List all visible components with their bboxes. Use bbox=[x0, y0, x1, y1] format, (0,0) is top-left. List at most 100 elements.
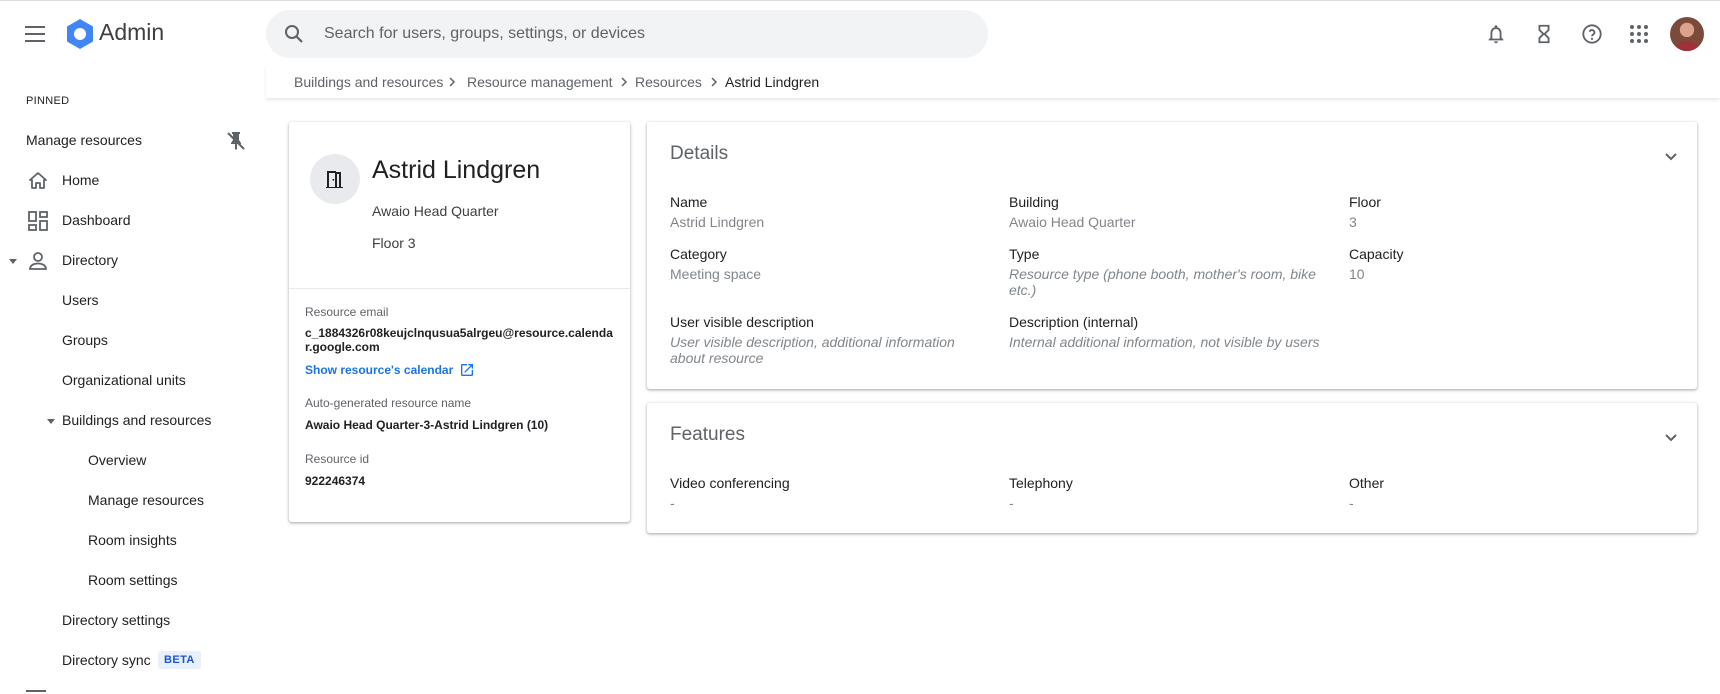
resource-email-label: Resource email bbox=[305, 305, 389, 319]
app-title[interactable]: Admin bbox=[99, 19, 164, 46]
chevron-right-icon bbox=[621, 77, 628, 87]
divider bbox=[289, 288, 630, 289]
next-item-icon-partial bbox=[26, 690, 46, 694]
menu-icon-bar bbox=[25, 40, 45, 42]
building-value: Awaio Head Quarter bbox=[1009, 214, 1136, 230]
name-label: Name bbox=[670, 194, 708, 210]
resource-building: Awaio Head Quarter bbox=[372, 203, 499, 219]
breadcrumb-resource-management[interactable]: Resource management bbox=[467, 74, 613, 90]
features-title: Features bbox=[670, 424, 745, 445]
admin-logo-icon[interactable] bbox=[64, 18, 96, 50]
capacity-label: Capacity bbox=[1349, 246, 1404, 262]
sidebar-item-label: Directory bbox=[62, 252, 119, 268]
notifications-button[interactable] bbox=[1482, 20, 1510, 48]
breadcrumb: Buildings and resources Resource managem… bbox=[266, 66, 1720, 98]
sidebar-item-overview[interactable]: Overview bbox=[0, 441, 266, 481]
sidebar-item-home[interactable]: Home bbox=[0, 161, 266, 201]
name-value: Astrid Lindgren bbox=[670, 214, 765, 230]
sidebar-item-directory-settings[interactable]: Directory settings bbox=[0, 601, 266, 641]
autogen-name-value: Awaio Head Quarter-3-Astrid Lindgren (10… bbox=[305, 418, 549, 432]
search-bar[interactable] bbox=[266, 10, 988, 58]
pinned-item-manage-resources[interactable]: Manage resources bbox=[0, 121, 266, 161]
other-label: Other bbox=[1349, 475, 1385, 491]
breadcrumb-resources[interactable]: Resources bbox=[635, 74, 702, 90]
caret-down-icon[interactable] bbox=[8, 256, 18, 266]
chevron-down-icon bbox=[1665, 434, 1677, 442]
show-calendar-link[interactable]: Show resource's calendar bbox=[305, 362, 475, 378]
sidebar-item-label: Directory sync bbox=[62, 652, 151, 668]
menu-icon-bar bbox=[25, 33, 45, 35]
capacity-value: 10 bbox=[1349, 266, 1365, 282]
apps-button[interactable] bbox=[1625, 20, 1653, 48]
resource-title: Astrid Lindgren bbox=[372, 156, 541, 184]
sidebar-item-label: Groups bbox=[62, 332, 108, 348]
search-icon[interactable] bbox=[282, 22, 306, 46]
sidebar-item-groups[interactable]: Groups bbox=[0, 321, 266, 361]
caret-down-icon[interactable] bbox=[46, 416, 56, 426]
person-icon bbox=[29, 252, 47, 270]
sidebar-item-directory-sync[interactable]: Directory sync BETA bbox=[0, 641, 266, 681]
dashboard-icon bbox=[28, 211, 48, 231]
apps-grid-icon bbox=[1630, 25, 1648, 43]
help-button[interactable] bbox=[1578, 20, 1606, 48]
unpin-icon[interactable] bbox=[224, 129, 248, 153]
features-card: Features Video conferencing - Telephony … bbox=[647, 403, 1697, 533]
resource-id-value: 922246374 bbox=[305, 474, 366, 488]
type-label: Type bbox=[1009, 246, 1040, 262]
breadcrumb-buildings-and-resources[interactable]: Buildings and resources bbox=[294, 74, 443, 90]
telephony-value: - bbox=[1009, 495, 1014, 511]
sidebar-item-label: Directory settings bbox=[62, 612, 171, 628]
video-conferencing-value: - bbox=[670, 495, 675, 511]
building-label: Building bbox=[1009, 194, 1059, 210]
meeting-room-icon bbox=[326, 171, 343, 188]
type-value: Resource type (phone booth, mother's roo… bbox=[1009, 266, 1316, 298]
resource-summary-card: Astrid Lindgren Awaio Head Quarter Floor… bbox=[289, 122, 630, 522]
chevron-right-icon bbox=[711, 77, 718, 87]
show-calendar-link-label: Show resource's calendar bbox=[305, 363, 454, 377]
details-collapse-button[interactable] bbox=[1659, 144, 1683, 168]
internal-description-value: Internal additional information, not vis… bbox=[1009, 334, 1320, 350]
sidebar-item-directory[interactable]: Directory bbox=[0, 241, 266, 281]
user-visible-description-value: User visible description, additional inf… bbox=[670, 334, 955, 366]
beta-badge: BETA bbox=[158, 651, 201, 669]
sidebar-item-label: Buildings and resources bbox=[62, 412, 212, 428]
sidebar-item-label: Manage resources bbox=[26, 132, 142, 148]
chevron-right-icon bbox=[449, 77, 456, 87]
sidebar-item-users[interactable]: Users bbox=[0, 281, 266, 321]
home-icon bbox=[29, 172, 47, 189]
sidebar-item-room-insights[interactable]: Room insights bbox=[0, 521, 266, 561]
top-app-bar: Admin bbox=[0, 0, 1720, 66]
open-in-new-icon bbox=[461, 364, 474, 376]
sidebar-item-organizational-units[interactable]: Organizational units bbox=[0, 361, 266, 401]
resource-id-label: Resource id bbox=[305, 452, 370, 466]
resource-avatar bbox=[310, 154, 360, 204]
sidebar-item-label: Organizational units bbox=[62, 372, 186, 388]
telephony-label: Telephony bbox=[1009, 475, 1073, 491]
sidebar-item-manage-resources[interactable]: Manage resources bbox=[0, 481, 266, 521]
tasks-button[interactable] bbox=[1530, 20, 1558, 48]
main-menu-button[interactable] bbox=[20, 19, 50, 49]
account-avatar[interactable] bbox=[1670, 17, 1704, 51]
internal-description-label: Description (internal) bbox=[1009, 314, 1139, 330]
chevron-down-icon bbox=[1665, 153, 1677, 161]
sidebar-item-label: Overview bbox=[88, 452, 147, 468]
sidebar: PINNED Manage resources Home Dashboard D… bbox=[0, 66, 266, 694]
floor-value: 3 bbox=[1349, 214, 1357, 230]
hourglass-icon bbox=[1538, 24, 1550, 44]
search-input[interactable] bbox=[324, 10, 964, 58]
menu-icon-bar bbox=[25, 26, 45, 28]
features-collapse-button[interactable] bbox=[1659, 425, 1683, 449]
sidebar-item-label: Room insights bbox=[88, 532, 177, 548]
category-value: Meeting space bbox=[670, 266, 762, 282]
video-conferencing-label: Video conferencing bbox=[670, 475, 790, 491]
autogen-name-label: Auto-generated resource name bbox=[305, 396, 472, 410]
sidebar-item-label: Users bbox=[62, 292, 99, 308]
resource-email-value: c_1884326r08keujclnqusua5alrgeu@resource… bbox=[305, 326, 613, 354]
sidebar-item-buildings-and-resources[interactable]: Buildings and resources bbox=[0, 401, 266, 441]
sidebar-item-dashboard[interactable]: Dashboard bbox=[0, 201, 266, 241]
sidebar-item-label: Home bbox=[62, 172, 100, 188]
details-title: Details bbox=[670, 143, 729, 164]
sidebar-item-room-settings[interactable]: Room settings bbox=[0, 561, 266, 601]
breadcrumb-current: Astrid Lindgren bbox=[725, 74, 820, 90]
sidebar-item-label: Manage resources bbox=[88, 492, 204, 508]
